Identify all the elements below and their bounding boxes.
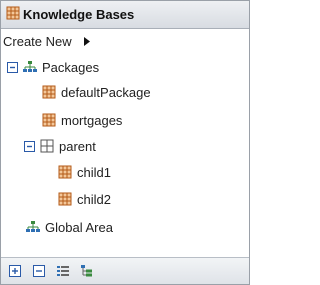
packages-collapse-toggle[interactable] <box>7 61 18 73</box>
flat-view-icon[interactable] <box>55 263 71 279</box>
expand-all-icon[interactable] <box>7 263 23 279</box>
tree-item-packages[interactable]: Packages <box>23 58 99 76</box>
tree-item-label: mortgages <box>61 112 123 128</box>
tree-item-defaultpackage[interactable]: defaultPackage <box>42 83 151 101</box>
create-new-label: Create New <box>3 34 72 49</box>
tree-item-global-area[interactable]: Global Area <box>26 218 113 236</box>
tree-item-mortgages[interactable]: mortgages <box>42 111 122 129</box>
tree-item-child2[interactable]: child2 <box>58 190 111 208</box>
package-tree-icon <box>23 60 37 74</box>
tree-item-label: parent <box>59 138 96 154</box>
package-icon <box>42 113 56 127</box>
hierarchical-view-icon[interactable] <box>79 263 95 279</box>
tree-item-parent[interactable]: parent <box>40 137 96 155</box>
global-area-tree-icon <box>26 220 40 234</box>
package-icon <box>58 192 72 206</box>
tree-item-child1[interactable]: child1 <box>58 163 111 181</box>
package-icon <box>42 85 56 99</box>
package-icon <box>58 165 72 179</box>
create-new-menu[interactable]: Create New <box>3 34 90 49</box>
collapse-all-icon[interactable] <box>31 263 47 279</box>
bottom-toolbar <box>1 257 249 284</box>
tree-item-label: child1 <box>77 164 111 180</box>
panel-titlebar: Knowledge Bases <box>1 1 249 29</box>
tree-item-label: child2 <box>77 191 111 207</box>
knowledge-base-icon <box>6 6 23 23</box>
submenu-arrow-icon <box>83 34 90 49</box>
knowledge-bases-panel: Knowledge Bases Create New Packages defa… <box>0 0 250 285</box>
parent-collapse-toggle[interactable] <box>24 140 35 152</box>
tree-item-label: Packages <box>42 59 100 75</box>
empty-package-icon <box>40 139 54 153</box>
tree-item-label: defaultPackage <box>61 84 151 100</box>
panel-title: Knowledge Bases <box>23 7 135 22</box>
tree-item-label: Global Area <box>45 219 113 235</box>
